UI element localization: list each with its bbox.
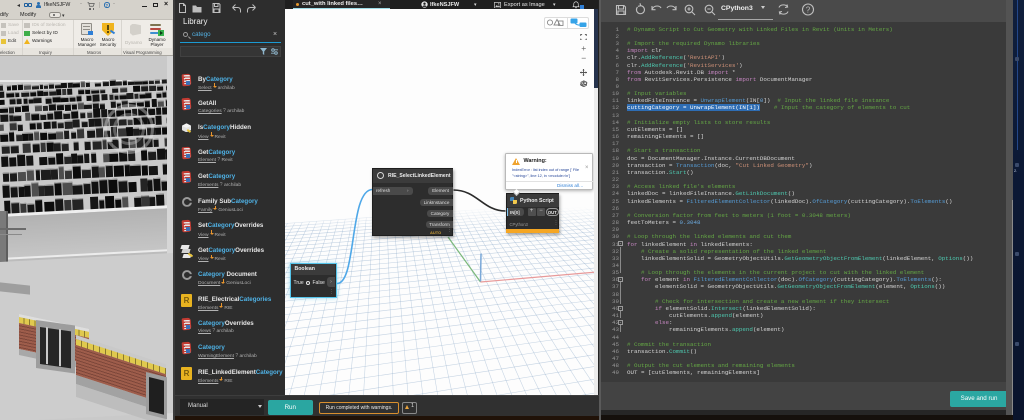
svg-text:?: ? bbox=[806, 5, 811, 14]
